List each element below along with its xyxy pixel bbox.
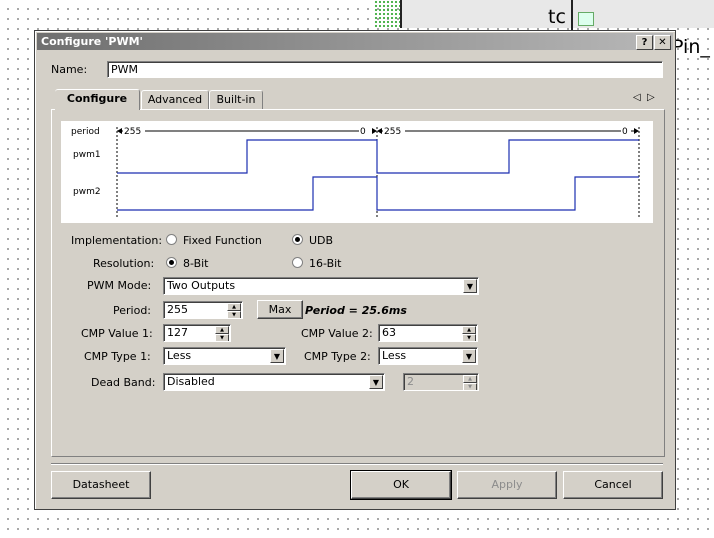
- pwm-mode-label: PWM Mode:: [87, 279, 152, 292]
- max-button[interactable]: Max: [257, 300, 303, 319]
- chevron-down-icon[interactable]: ▼: [462, 349, 476, 363]
- close-button[interactable]: ✕: [654, 35, 671, 50]
- name-label: Name:: [51, 63, 88, 76]
- tab-built-in[interactable]: Built-in: [209, 90, 263, 110]
- implementation-label: Implementation:: [71, 234, 163, 247]
- cancel-button[interactable]: Cancel: [563, 471, 663, 499]
- name-input[interactable]: PWM: [107, 61, 663, 78]
- pwm-mode-select[interactable]: Two Outputs ▼: [163, 277, 479, 295]
- cmp-type-1-label: CMP Type 1:: [84, 350, 151, 363]
- period-label: Period:: [113, 304, 152, 317]
- period-time-text: Period = 25.6ms: [305, 304, 407, 317]
- schematic-component-green: [374, 0, 400, 28]
- radio-udb[interactable]: [292, 234, 303, 245]
- resolution-label: Resolution:: [93, 257, 155, 270]
- radio-fixed-function[interactable]: [166, 234, 177, 245]
- apply-button[interactable]: Apply: [457, 471, 557, 499]
- cmp-type-1-value: Less: [167, 349, 192, 362]
- udb-label[interactable]: UDB: [309, 234, 333, 247]
- cmp-value-2: 63: [382, 326, 396, 339]
- cmp-value-1-spinner[interactable]: ▲ ▼: [215, 326, 229, 341]
- schematic-pin-label: Pin_: [672, 36, 710, 58]
- waveform-pwm2-label: pwm2: [73, 187, 101, 197]
- cmp-type-1-select[interactable]: Less ▼: [163, 347, 286, 365]
- cmp-value-2-spinner[interactable]: ▲ ▼: [462, 326, 476, 341]
- tab-scroll-left-icon[interactable]: ◁: [633, 92, 641, 103]
- 8bit-label[interactable]: 8-Bit: [183, 257, 209, 270]
- waveform-pwm1-label: pwm1: [73, 150, 101, 160]
- waveform-count-zero-2: 0: [622, 127, 628, 137]
- radio-16bit[interactable]: [292, 257, 303, 268]
- cmp-value-2-input[interactable]: 63 ▲ ▼: [378, 324, 478, 342]
- pwm1-waveform: [117, 139, 639, 174]
- help-button[interactable]: ?: [636, 35, 653, 50]
- button-separator: [51, 463, 663, 465]
- 16bit-label[interactable]: 16-Bit: [309, 257, 342, 270]
- arrow-head-icon: [634, 128, 639, 134]
- arrow-head-icon: [372, 128, 377, 134]
- period-spinner[interactable]: ▲ ▼: [227, 303, 241, 318]
- period-input[interactable]: 255 ▲ ▼: [163, 301, 243, 319]
- period-value: 255: [167, 303, 188, 316]
- dialog-title: Configure 'PWM': [41, 35, 143, 48]
- fixed-function-label[interactable]: Fixed Function: [183, 234, 262, 247]
- chevron-down-icon[interactable]: ▼: [369, 375, 383, 389]
- dead-band-count-input[interactable]: 2 ▲ ▼: [403, 373, 479, 391]
- waveform-count-start-2: 255: [384, 127, 401, 137]
- configure-dialog: Configure 'PWM' ? ✕ Name: PWM Configure …: [34, 30, 676, 510]
- dead-band-count: 2: [407, 375, 414, 388]
- arrow-head-icon: [377, 128, 382, 134]
- radio-8bit[interactable]: [166, 257, 177, 268]
- cmp-type-2-label: CMP Type 2:: [304, 350, 371, 363]
- cmp-value-1-label: CMP Value 1:: [81, 327, 153, 340]
- waveform-count-zero: 0: [360, 127, 366, 137]
- schematic-wire: [571, 0, 573, 30]
- dead-band-spinner[interactable]: ▲ ▼: [463, 375, 477, 390]
- cmp-value-1: 127: [167, 326, 188, 339]
- pwm2-waveform: [117, 176, 639, 211]
- waveform-period-label: period: [71, 127, 100, 137]
- cmp-value-2-label: CMP Value 2:: [301, 327, 373, 340]
- cmp-type-2-select[interactable]: Less ▼: [378, 347, 478, 365]
- chevron-down-icon[interactable]: ▼: [463, 279, 477, 293]
- schematic-tc-label: tc: [548, 6, 566, 28]
- datasheet-button[interactable]: Datasheet: [51, 471, 151, 499]
- title-bar[interactable]: Configure 'PWM' ? ✕: [37, 33, 673, 50]
- tab-advanced[interactable]: Advanced: [141, 90, 209, 110]
- dead-band-select[interactable]: Disabled ▼: [163, 373, 385, 391]
- schematic-terminal: [578, 12, 594, 26]
- waveform-count-start: 255: [124, 127, 141, 137]
- tab-scroll-right-icon[interactable]: ▷: [647, 92, 655, 103]
- pwm-mode-value: Two Outputs: [167, 279, 236, 292]
- dead-band-value: Disabled: [167, 375, 215, 388]
- cmp-type-2-value: Less: [382, 349, 407, 362]
- waveform-diagram: period pwm1 pwm2 255 0 255 0: [61, 121, 653, 223]
- ok-button[interactable]: OK: [350, 470, 452, 500]
- chevron-down-icon[interactable]: ▼: [270, 349, 284, 363]
- cmp-value-1-input[interactable]: 127 ▲ ▼: [163, 324, 231, 342]
- dead-band-label: Dead Band:: [91, 376, 156, 389]
- arrow-head-icon: [117, 128, 122, 134]
- tab-configure[interactable]: Configure: [55, 89, 140, 110]
